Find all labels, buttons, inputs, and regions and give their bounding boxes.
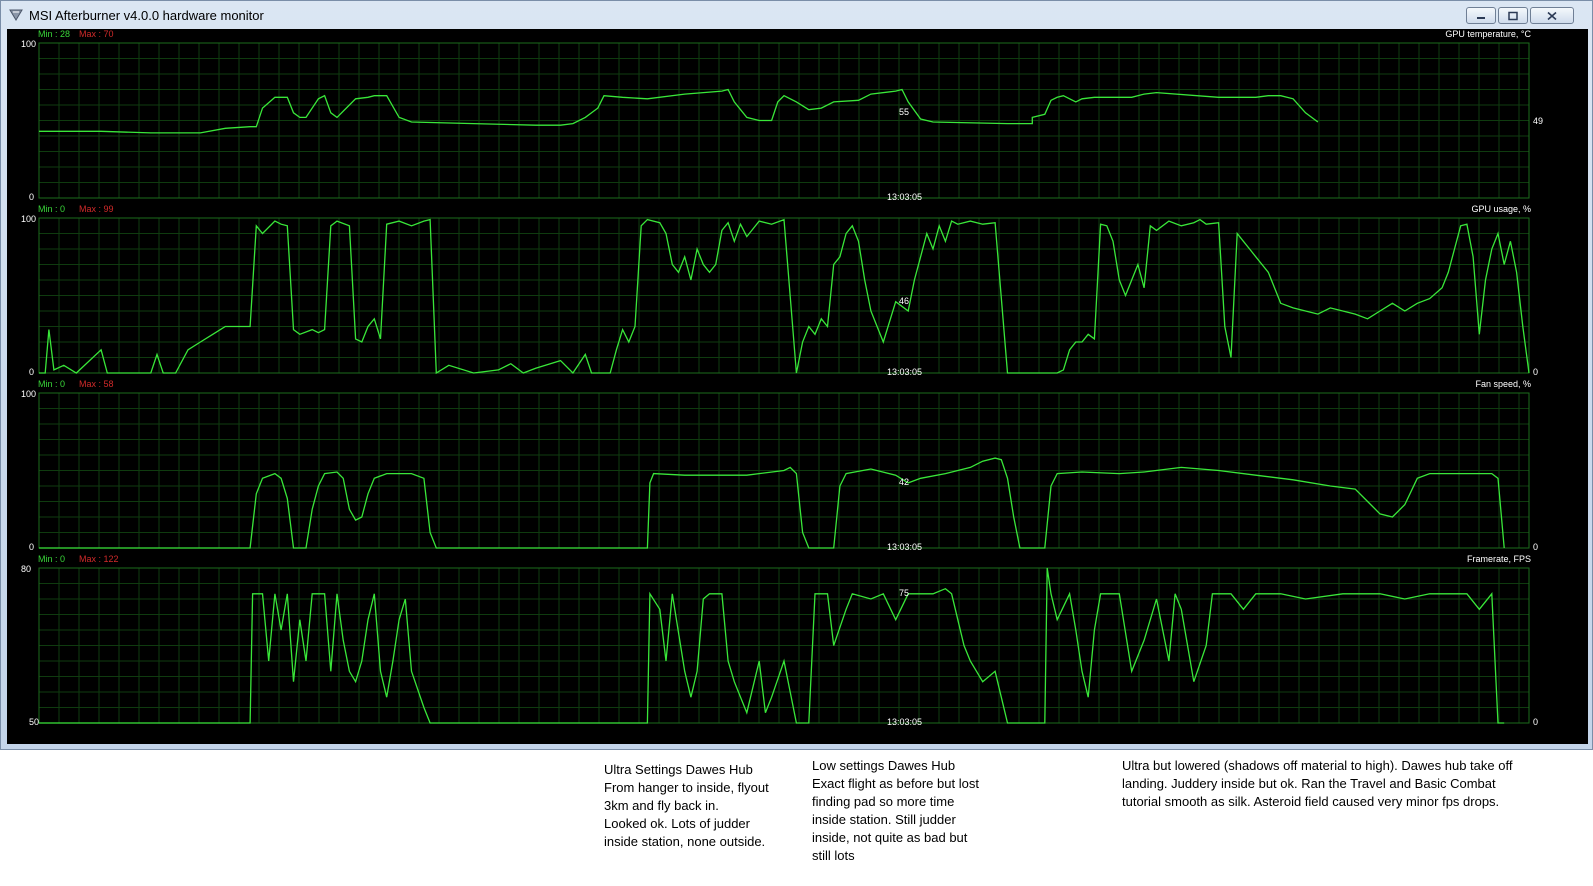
note-line: finding pad so more time [812,794,955,809]
y-top-label: 100 [21,214,37,224]
gpu-temperature-plot [38,42,1530,199]
y-bottom-label: 0 [29,192,35,202]
current-value: 0 [1533,542,1539,552]
min-label: Min : 0 [38,204,66,214]
framerate-plot [38,567,1530,724]
graph-name: Framerate, FPS [1466,554,1531,564]
note-line: still lots [812,848,855,863]
note-line: Ultra but lowered (shadows off material … [1122,758,1513,773]
afterburner-window: MSI Afterburner v4.0.0 hardware monitor … [0,0,1593,750]
note-line: tutorial smooth as silk. Asteroid field … [1122,794,1500,809]
grid-lines [38,42,1529,199]
max-label: Max : 99 [79,204,114,214]
note-ultra-lowered: Ultra but lowered (shadows off material … [1122,757,1512,811]
y-bottom-label: 0 [29,367,35,377]
graph-area[interactable]: Min : 28 Max : 70 GPU temperature, °C 100 0 1… [7,29,1588,744]
note-line: inside station, none outside. [604,834,766,849]
note-low: Low settings Dawes Hub Exact flight as be… [812,757,979,865]
gpu-usage-graph[interactable]: Min : 0 Max : 99 GPU usage, % 100 0 13:03:05 0… [7,204,1588,379]
min-label: Min : 28 [38,29,71,39]
time-label: 13:03:05 [887,192,923,202]
restore-icon [1508,11,1518,20]
close-icon [1547,11,1557,20]
graph-name: Fan speed, % [1475,379,1531,389]
framerate-graph[interactable]: Min : 0 Max : 122 Framerate, FPS 80 50 13:03:… [7,554,1588,729]
minimize-button[interactable] [1466,7,1496,24]
y-top-label: 100 [21,389,37,399]
minimize-icon [1477,16,1485,19]
max-label: Max : 70 [79,29,114,39]
max-label: Max : 58 [79,379,114,389]
max-label: Max : 122 [79,554,119,564]
y-top-label: 100 [21,39,37,49]
current-value: 0 [1533,367,1539,377]
min-label: Min : 0 [38,379,66,389]
graph-name: GPU temperature, °C [1445,29,1531,39]
gpu-usage-trace [39,218,1530,375]
note-line: Exact flight as before but lost [812,776,979,791]
gpu-temperature-trace [39,88,1319,134]
close-button[interactable] [1530,7,1574,24]
note-line: 3km and fly back in. [604,798,719,813]
note-line: Low settings Dawes Hub [812,758,956,773]
note-line: Ultra Settings Dawes Hub [604,762,753,777]
cursor-value: 42 [899,477,910,487]
window-title: MSI Afterburner v4.0.0 hardware monitor [29,8,264,23]
y-top-label: 80 [21,564,32,574]
fan-speed-plot [38,392,1530,549]
y-bottom-label: 0 [29,542,35,552]
grid-lines [38,217,1529,374]
note-line: landing. Juddery inside but ok. Ran the … [1122,776,1496,791]
note-ultra: Ultra Settings Dawes Hub From hanger to i… [604,761,769,851]
fan-speed-graph[interactable]: Min : 0 Max : 58 Fan speed, % 100 0 13:03:05 0… [7,379,1588,554]
time-label: 13:03:05 [887,367,923,377]
cursor-value: 55 [899,107,910,117]
graph-name: GPU usage, % [1471,204,1531,214]
min-label: Min : 0 [38,554,66,564]
current-value: 0 [1533,717,1539,727]
cursor-value: 75 [899,588,910,598]
y-bottom-label: 50 [29,717,40,727]
note-line: Looked ok. Lots of judder [604,816,750,831]
cursor-value: 46 [899,296,910,306]
time-label: 13:03:05 [887,542,923,552]
title-bar[interactable]: MSI Afterburner v4.0.0 hardware monitor [1,1,1592,29]
gpu-usage-plot [38,217,1530,375]
maximize-button[interactable] [1498,7,1528,24]
note-line: inside, not quite as bad but [812,830,968,845]
grid-lines [38,567,1529,724]
current-value: 49 [1533,116,1544,126]
gpu-temperature-graph[interactable]: Min : 28 Max : 70 GPU temperature, °C 100 0 1… [7,29,1588,204]
time-label: 13:03:05 [887,717,923,727]
afterburner-icon [9,9,23,21]
note-line: inside station. Still judder [812,812,956,827]
note-line: From hanger to inside, flyout [604,780,769,795]
